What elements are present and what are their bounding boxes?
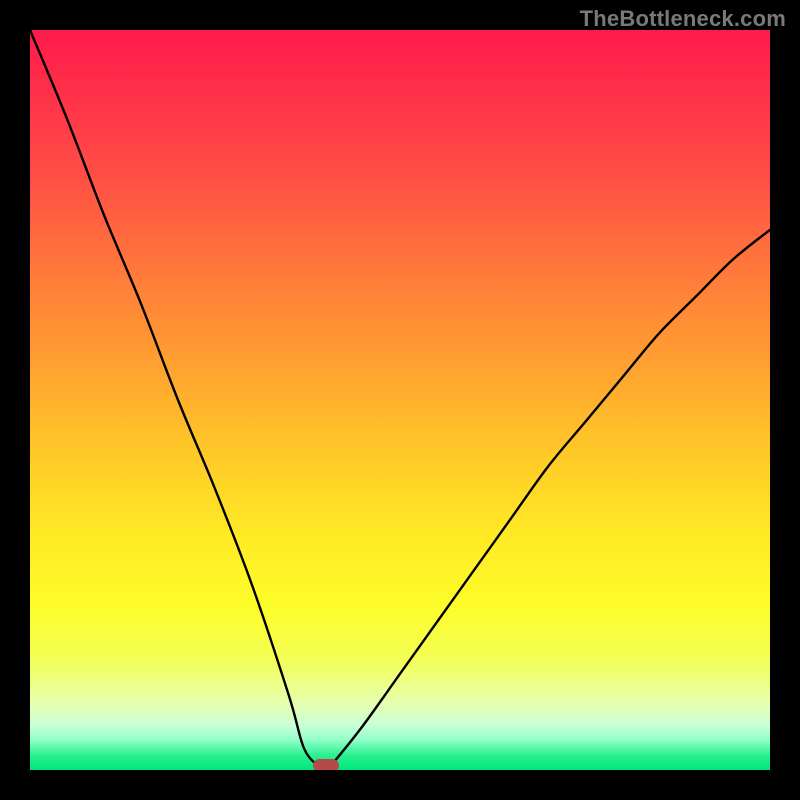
plot-area <box>30 30 770 770</box>
bottleneck-curve <box>30 30 770 770</box>
attribution-text: TheBottleneck.com <box>580 6 786 32</box>
optimal-marker <box>313 759 339 770</box>
chart-frame: TheBottleneck.com <box>0 0 800 800</box>
